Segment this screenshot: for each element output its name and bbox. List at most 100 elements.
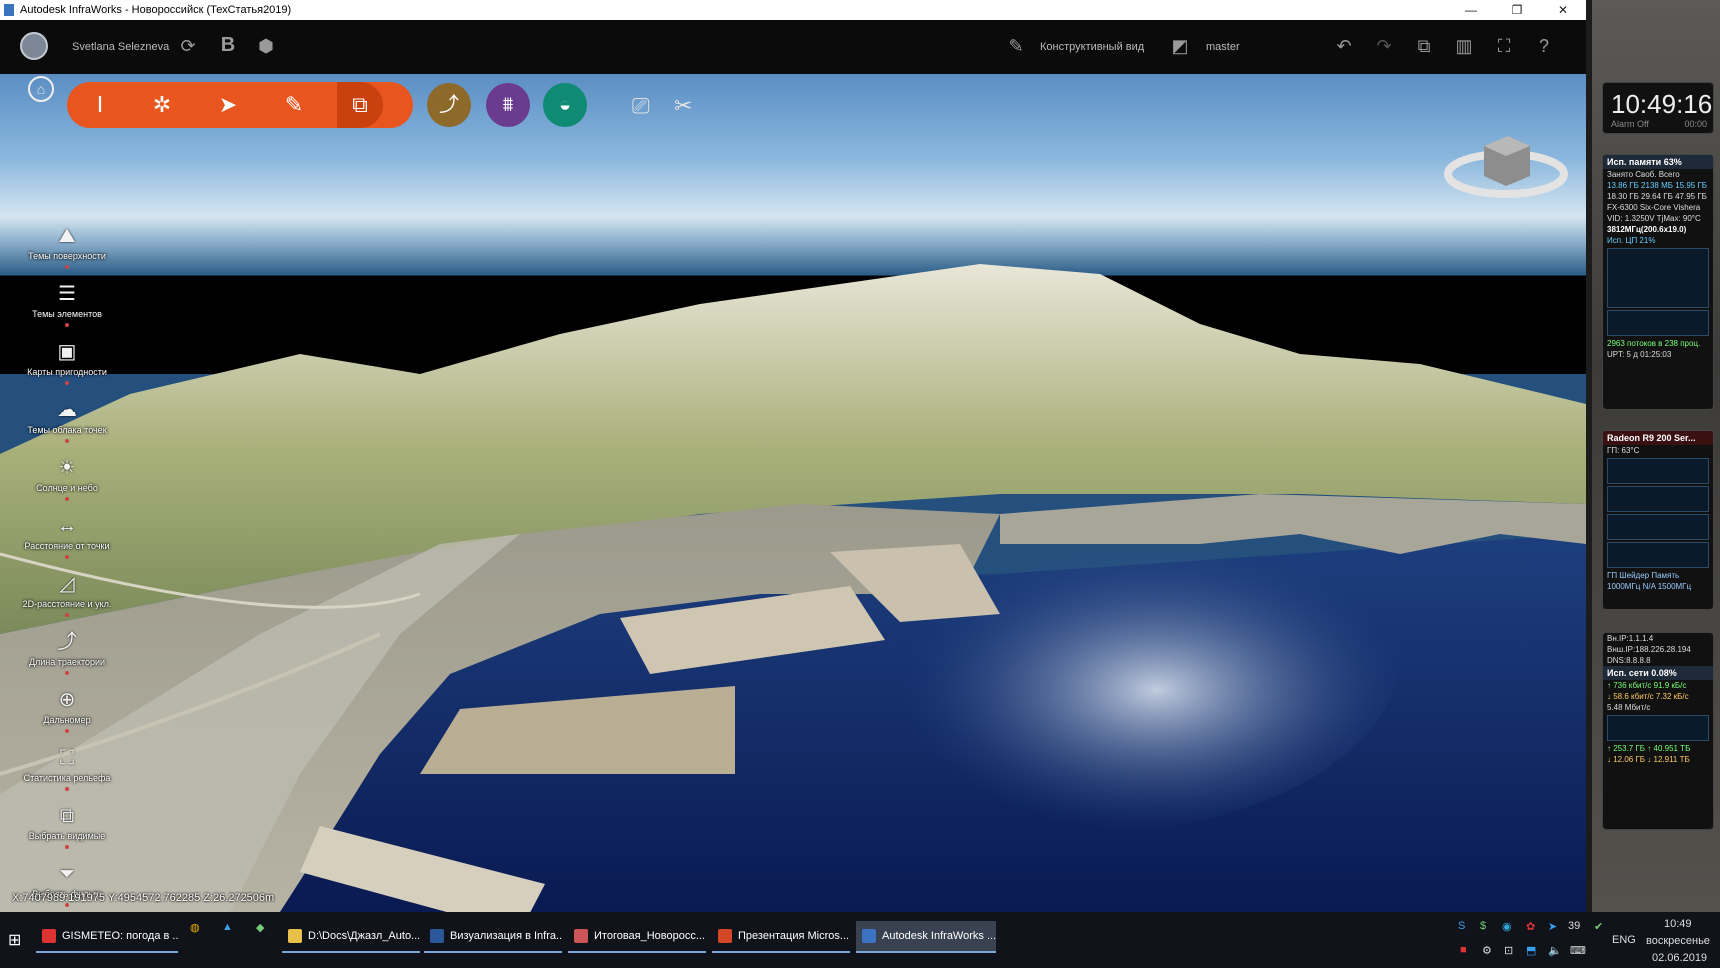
maximize-button[interactable]: ❐ [1494,0,1540,20]
user-name[interactable]: Svetlana Selezneva [72,41,169,53]
window-titlebar: Autodesk InfraWorks - Новороссийск (ТехС… [0,0,1586,20]
viewcube-icon[interactable] [1444,114,1568,198]
gpu-labels: ГП Шейдер Память [1607,571,1680,580]
pinned-app-icon[interactable]: ◆ [256,921,264,934]
redo-icon[interactable]: ↷ [1372,37,1396,55]
tunnel-icon[interactable]: ◒ [543,83,587,127]
uptime: UPT: 5 д 01:25:03 [1607,350,1672,359]
analysis-tool-2[interactable]: ▣ Карты пригодности [14,340,120,385]
sun-icon: ☀ [58,457,76,479]
taskbar-item-label: Презентация Micros... [738,930,850,942]
panel-toggle-icon[interactable]: ▥ [1452,37,1476,55]
analysis-tool-9[interactable]: ⛶ Статистика рельефа [14,746,120,791]
gpu-graph-3 [1607,514,1709,540]
clock-time[interactable]: 10:49 [1664,918,1692,930]
analysis-tool-label: Карты пригодности [27,367,107,377]
bim360-icon[interactable]: B [216,35,240,55]
analysis-tool-6[interactable]: ◿ 2D-расстояние и укл. [14,572,120,617]
terrain-stats-icon: ⛶ [60,747,74,769]
undo-icon[interactable]: ↶ [1332,37,1356,55]
cube-store-icon[interactable]: ⬢ [254,37,278,55]
sync-icon[interactable]: ⟳ [176,37,200,55]
tray-app-icon[interactable]: ◉ [1502,920,1512,933]
analysis-tool-8[interactable]: ⊕ Дальномер [14,688,120,733]
dns: DNS:8.8.8.8 [1607,656,1651,665]
analysis-tool-0[interactable]: ⛰ Темы поверхности [14,224,120,269]
infraworks-app-icon [4,4,14,16]
bridge-icon[interactable]: ⩩ [486,83,530,127]
folder-icon [288,929,302,943]
clock-date[interactable]: 02.06.2019 [1652,952,1707,964]
cpu-core-bars [1607,248,1709,308]
analysis-tool-1[interactable]: ☰ Темы элементов [14,282,120,327]
view-mode-icon[interactable]: ✎ [1004,37,1028,55]
3d-viewport[interactable]: ⌂ ⛰ Темы поверхности ☰ Темы элементов ▣ Карты… [0,74,1586,912]
volume-icon[interactable]: 🔈 [1548,944,1562,957]
map-icon: ▣ [57,341,77,363]
tray-badge-count[interactable]: 39 [1568,920,1580,932]
telegram-icon[interactable]: ➤ [1548,920,1557,933]
select-pointer-icon[interactable]: ➤ [213,90,243,120]
analysis-tool-3[interactable]: ☁ Темы облака точек [14,398,120,443]
infra-design-icon[interactable]: Ⅰ [85,90,115,120]
taskbar-item[interactable]: D:\Docs\Джазл_Auto... [282,921,420,953]
taskbar-item[interactable]: Итоговая_Новоросс... [568,921,706,953]
analysis-tool-10[interactable]: ⧉ Выбрать видимые [14,804,120,849]
language-indicator[interactable]: ENG [1612,934,1636,946]
tray-app-icon[interactable]: ■ [1460,944,1467,956]
cloud-points-icon: ☁ [57,399,77,421]
clock-time: 10:49:16 [1611,89,1713,119]
user-avatar[interactable] [20,32,48,60]
expand-dot [65,323,69,327]
keyboard-icon[interactable]: ⌨ [1570,944,1586,957]
pinned-app-icon[interactable]: ▲ [222,921,233,933]
taskbar-item-active[interactable]: Autodesk InfraWorks ... [856,921,996,953]
cpu-voltage: VID: 1.3250V TjMax: 90°C [1607,214,1701,223]
model-create-icon[interactable]: ✲ [147,90,177,120]
timer-value: 00:00 [1684,119,1707,129]
fullscreen-icon[interactable]: ⛶ [1492,37,1516,55]
skype-icon[interactable]: S [1458,920,1465,932]
filter-icon: ⏷ [59,863,75,885]
minimize-button[interactable]: — [1448,0,1494,20]
pinned-app-icon[interactable]: ◍ [190,921,200,934]
window-title: Autodesk InfraWorks - Новороссийск (ТехС… [20,4,292,16]
analysis-tool-7[interactable]: ⤴ Длина траектории [14,630,120,675]
opera-icon [42,929,56,943]
tray-app-icon[interactable]: ✿ [1526,920,1535,933]
home-view-icon[interactable]: ⌂ [28,76,54,102]
expand-dot [65,381,69,385]
close-button[interactable]: ✕ [1540,0,1586,20]
window-tile-icon[interactable]: ⧉ [1412,37,1436,55]
network-icon[interactable]: ⊡ [1504,944,1513,957]
help-icon[interactable]: ? [1532,37,1556,55]
sketch-pencil-icon[interactable]: ✎ [279,90,309,120]
taskbar-item[interactable]: GISMETEO: погода в ... [36,921,178,953]
expand-dot [65,439,69,443]
view-mode-label[interactable]: Конструктивный вид [1040,41,1144,53]
expand-dot [65,845,69,849]
network-header: Исп. сети 0.08% [1603,666,1713,680]
taskbar-item[interactable]: Визуализация в Infra... [424,921,562,953]
taskbar-item[interactable]: Презентация Micros... [712,921,850,953]
tray-app-icon[interactable]: ⚙ [1482,944,1492,957]
settings-tools-icon[interactable]: ✂ [674,93,692,119]
expand-dot [65,265,69,269]
proposal-label[interactable]: master [1206,41,1240,53]
analysis-tool-4[interactable]: ☀ Солнце и небо [14,456,120,501]
internal-ip: Вн.IP:1.1.1.4 [1607,634,1654,643]
windows-start-icon[interactable]: ⊞ [8,930,21,950]
presentation-icon[interactable]: ⎚ [632,93,650,119]
analysis-tool-label: Расстояние от точки [24,541,110,551]
tray-app-icon[interactable]: ⬒ [1526,944,1536,957]
tray-app-icon[interactable]: ✔ [1594,920,1603,933]
totals-down: ↓ 12.06 ГБ ↓ 12.911 ТБ [1607,755,1690,764]
expand-dot [65,787,69,791]
proposal-icon[interactable]: ◩ [1168,37,1192,55]
drainage-icon[interactable]: ⤴ [427,83,471,127]
clock-day[interactable]: воскресенье [1646,935,1710,947]
tray-app-icon[interactable]: $ [1480,920,1486,932]
overlay-icon[interactable]: ⧉ [337,82,383,128]
windows-taskbar: ⊞ ◍ ▲ ◆ GISMETEO: погода в ... D:\Docs\Д… [0,912,1720,968]
analysis-tool-5[interactable]: ↔ Расстояние от точки [14,514,120,559]
